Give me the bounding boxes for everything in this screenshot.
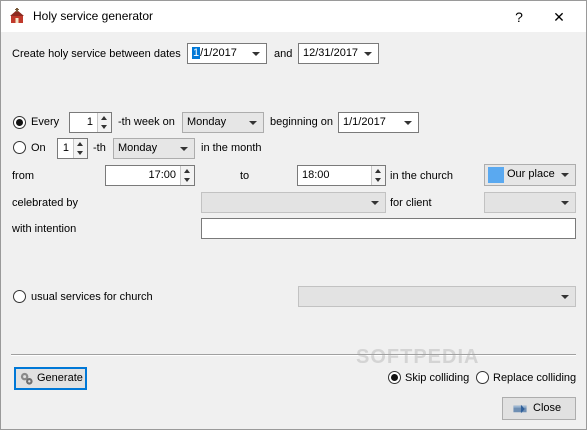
window-title: Holy service generator (33, 9, 154, 23)
to-time-input[interactable]: 18:00 (297, 165, 386, 186)
usual-services-select[interactable] (298, 286, 576, 307)
intention-input[interactable] (201, 218, 576, 239)
in-the-church-label: in the church (390, 170, 453, 182)
every-day-select[interactable]: Monday (182, 112, 264, 133)
date-range-label: Create holy service between dates (12, 48, 181, 60)
on-day-value: Monday (118, 142, 158, 154)
end-date-value: 12/31/2017 (303, 47, 359, 59)
to-time-value: 18:00 (302, 169, 330, 181)
dialog-window: Holy service generator ? ✕ Create holy s… (0, 0, 587, 430)
chevron-down-icon (559, 193, 571, 212)
chevron-down-icon (250, 44, 262, 63)
on-count-value: 1 (62, 142, 69, 154)
replace-colliding-label: Replace colliding (493, 372, 577, 384)
church-color-swatch (488, 167, 504, 183)
to-label: to (240, 170, 250, 182)
on-count-stepper[interactable]: 1 (57, 138, 88, 159)
with-intention-label: with intention (12, 223, 77, 235)
close-label: Close (533, 402, 562, 414)
usual-services-radio[interactable] (13, 290, 26, 303)
on-radio[interactable] (13, 141, 26, 154)
stepper-arrows-icon[interactable] (180, 166, 194, 185)
celebrant-select[interactable] (201, 192, 386, 213)
every-radio[interactable] (13, 116, 26, 129)
from-time-value: 17:00 (148, 169, 176, 181)
every-count-value: 1 (86, 116, 93, 128)
on-suffix-label: -th (93, 142, 106, 154)
end-date-picker[interactable]: 12/31/2017 (298, 43, 379, 64)
stepper-arrows-icon[interactable] (97, 113, 111, 132)
every-label: Every (31, 116, 60, 128)
window-close-button[interactable]: ✕ (539, 5, 579, 29)
celebrated-by-label: celebrated by (12, 197, 79, 209)
title-bar: Holy service generator ? ✕ (1, 1, 586, 32)
chevron-down-icon (362, 44, 374, 63)
on-day-select[interactable]: Monday (113, 138, 195, 159)
start-date-picker[interactable]: 1/1/2017 (187, 43, 267, 64)
replace-colliding-radio[interactable] (476, 371, 489, 384)
generate-label: Generate (37, 372, 83, 384)
every-day-value: Monday (187, 116, 227, 128)
client-select[interactable] (484, 192, 576, 213)
chevron-down-icon (559, 287, 571, 306)
separator (11, 354, 576, 356)
start-date-rest: /1/2017 (200, 47, 237, 59)
church-select[interactable]: Our place (484, 164, 576, 186)
watermark-text: SOFTPEDIA (356, 346, 480, 368)
start-date-selected-part: 1 (192, 47, 201, 59)
for-client-label: for client (390, 197, 432, 209)
beginning-date-value: 1/1/2017 (343, 116, 386, 128)
skip-colliding-radio[interactable] (388, 371, 401, 384)
chevron-down-icon (369, 193, 381, 212)
every-count-stepper[interactable]: 1 (69, 112, 112, 133)
chevron-down-icon (402, 113, 414, 132)
generate-button[interactable]: Generate (14, 367, 87, 390)
usual-services-label: usual services for church (31, 291, 153, 303)
and-label: and (274, 48, 293, 60)
church-icon (10, 8, 24, 23)
skip-colliding-label: Skip colliding (405, 372, 470, 384)
chevron-down-icon (247, 113, 259, 132)
chevron-down-icon (559, 165, 571, 184)
church-value: Our place (507, 168, 555, 180)
on-label: On (31, 142, 46, 154)
every-suffix-label: -th week on (118, 116, 175, 128)
from-time-input[interactable]: 17:00 (105, 165, 195, 186)
chevron-down-icon (178, 139, 190, 158)
from-label: from (12, 170, 34, 182)
help-button[interactable]: ? (499, 5, 539, 29)
in-the-month-label: in the month (201, 142, 262, 154)
stepper-arrows-icon[interactable] (73, 139, 87, 158)
gears-icon (20, 372, 33, 385)
close-button[interactable]: Close (502, 397, 576, 420)
stepper-arrows-icon[interactable] (371, 166, 385, 185)
exit-door-icon (513, 404, 527, 414)
beginning-on-label: beginning on (270, 116, 334, 128)
beginning-date-picker[interactable]: 1/1/2017 (338, 112, 419, 133)
